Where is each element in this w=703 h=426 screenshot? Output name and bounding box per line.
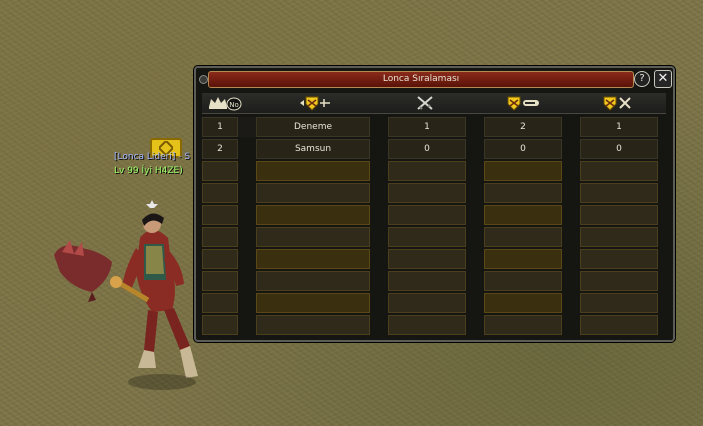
close-button[interactable]: ✕ [654, 70, 672, 88]
window-title: Lonca Sıralaması [382, 74, 460, 84]
wins-cell: 0 [484, 139, 562, 159]
player-character[interactable] [52, 200, 202, 395]
window-titlebar[interactable]: Lonca Sıralaması [208, 71, 634, 88]
empty-table-row [202, 227, 658, 247]
table-row[interactable]: 1 Deneme 1 2 1 [202, 117, 658, 137]
empty-table-row [202, 293, 658, 313]
guild-name-cell: Samsun [256, 139, 370, 159]
empty-table-row [202, 249, 658, 269]
empty-table-row [202, 271, 658, 291]
crown-rank-icon: No [208, 95, 242, 111]
wins-cell: 2 [484, 117, 562, 137]
guild-loss-icon [602, 95, 636, 111]
battles-cell: 1 [388, 117, 466, 137]
empty-table-row [202, 161, 658, 181]
crossed-swords-icon [416, 95, 434, 111]
guild-name-cell: Deneme [256, 117, 370, 137]
window-menu-icon[interactable] [199, 75, 208, 84]
rank-cell: 1 [202, 117, 238, 137]
battles-cell: 0 [388, 139, 466, 159]
table-row[interactable]: 2 Samsun 0 0 0 [202, 139, 658, 159]
character-level: Lv 99 Íyi H4ZE) [114, 166, 183, 176]
help-button[interactable]: ? [634, 71, 650, 87]
table-header: No [202, 93, 666, 114]
rank-column-label: No [229, 101, 239, 109]
losses-cell: 0 [580, 139, 658, 159]
empty-table-row [202, 315, 658, 335]
guild-win-icon [506, 95, 540, 111]
guild-ranking-window[interactable]: Lonca Sıralaması ? ✕ No 1 Deneme 1 2 1 2… [194, 66, 675, 342]
guild-name-icon [298, 95, 332, 111]
losses-cell: 1 [580, 117, 658, 137]
empty-table-row [202, 205, 658, 225]
empty-table-row [202, 183, 658, 203]
rank-cell: 2 [202, 139, 238, 159]
character-name[interactable]: [Lonca Lideri] - S [114, 152, 190, 162]
